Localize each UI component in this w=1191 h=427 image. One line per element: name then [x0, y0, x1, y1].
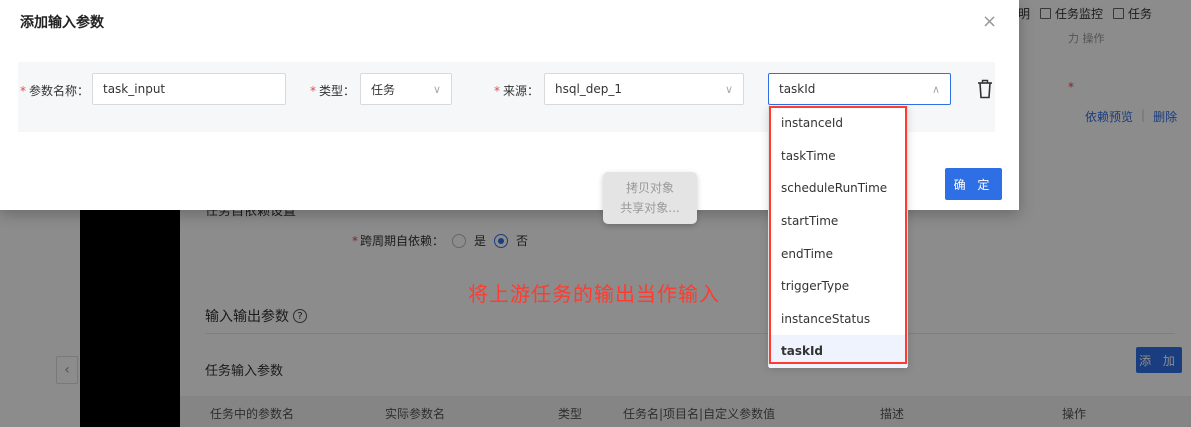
param-name-value: task_input [103, 82, 166, 96]
dropdown-option-instanceid[interactable]: instanceId [769, 107, 907, 140]
dropdown-option-instancestatus[interactable]: instanceStatus [769, 303, 907, 336]
trash-icon[interactable] [977, 79, 993, 99]
dropdown-option-starttime[interactable]: startTime [769, 205, 907, 238]
context-menu: 拷贝对象 共享对象... [603, 172, 697, 224]
chevron-down-icon: ∨ [432, 83, 441, 96]
dialog-title: 添加输入参数 [20, 15, 104, 31]
dropdown-option-tasktime[interactable]: taskTime [769, 140, 907, 173]
confirm-button[interactable]: 确 定 [945, 168, 1002, 200]
type-select[interactable]: 任务 ∨ [360, 73, 452, 105]
menu-item-copy-object[interactable]: 拷贝对象 [603, 178, 697, 198]
close-icon[interactable]: × [982, 12, 997, 32]
annotation-text: 将上游任务的输出当作输入 [468, 282, 720, 306]
type-value: 任务 [371, 82, 396, 97]
dropdown-option-endtime[interactable]: endTime [769, 237, 907, 270]
output-field-value: taskId [779, 82, 816, 96]
output-field-select[interactable]: taskId ∧ [768, 73, 951, 105]
source-select[interactable]: hsql_dep_1 ∨ [544, 73, 744, 105]
output-field-dropdown: instanceId taskTime scheduleRunTime star… [768, 106, 908, 368]
dropdown-option-triggertype[interactable]: triggerType [769, 270, 907, 303]
source-value: hsql_dep_1 [555, 82, 623, 96]
type-label: * 类型： [310, 84, 356, 98]
param-name-input[interactable]: task_input [92, 73, 286, 105]
dropdown-option-taskid[interactable]: taskId [769, 335, 907, 368]
menu-item-share-object[interactable]: 共享对象... [603, 198, 697, 218]
chevron-up-icon: ∧ [931, 83, 940, 96]
dropdown-option-scheduleruntime[interactable]: scheduleRunTime [769, 172, 907, 205]
param-name-label: * 参数名称： [20, 84, 90, 98]
chevron-down-icon: ∨ [724, 83, 733, 96]
source-label: * 来源： [494, 84, 540, 98]
